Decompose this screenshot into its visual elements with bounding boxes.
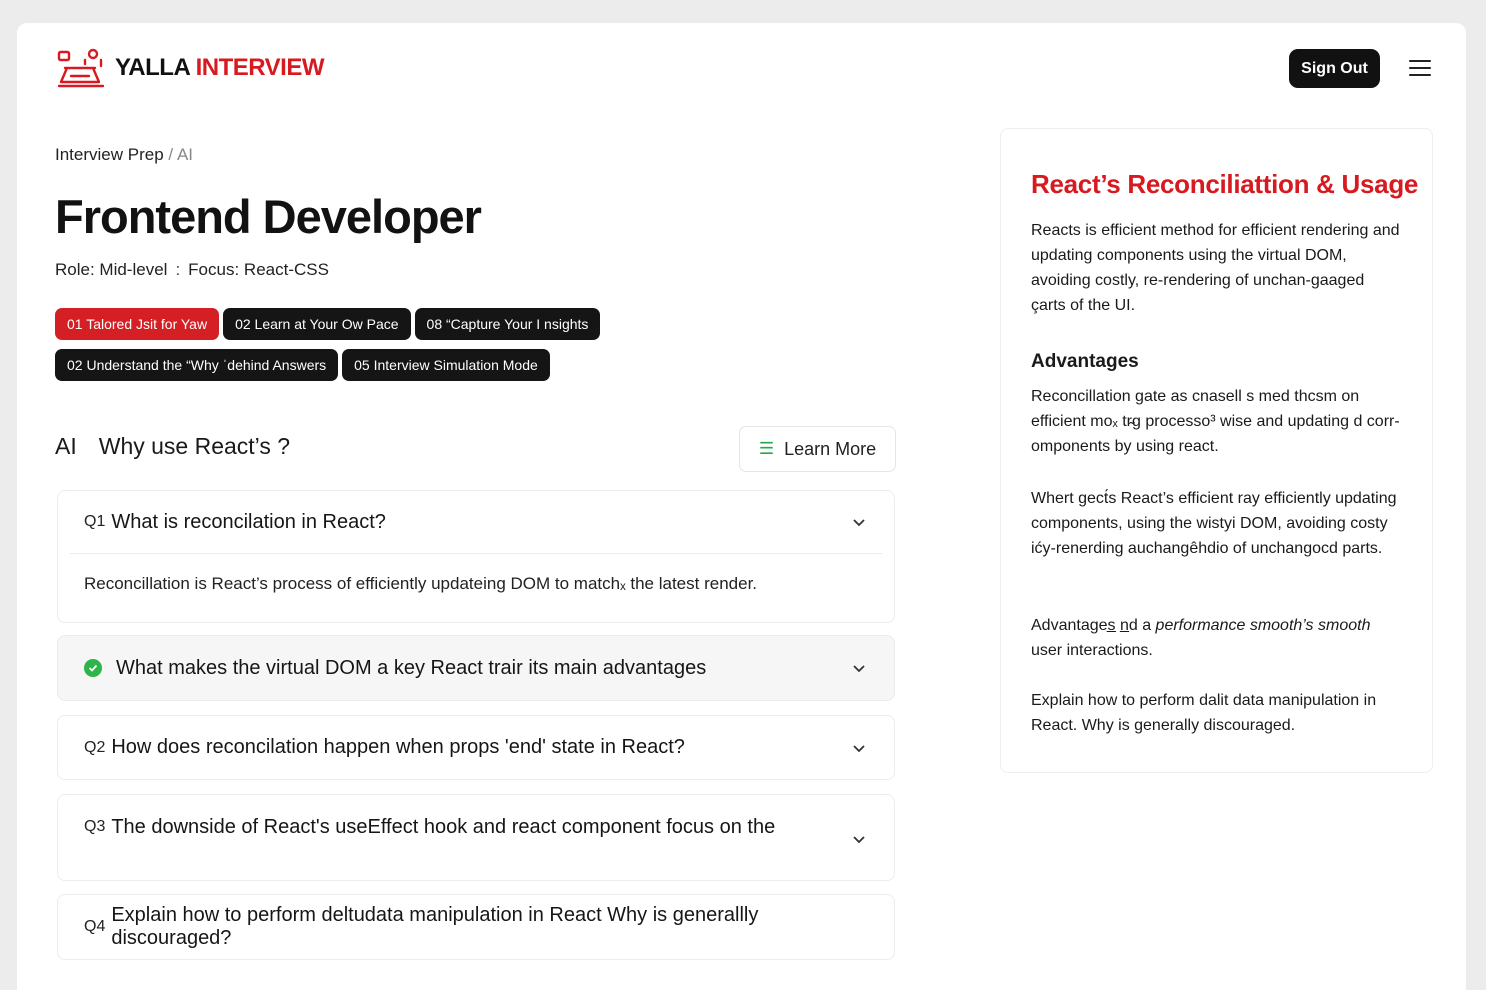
- section-title: Why use React’s ?: [98, 433, 291, 459]
- question-header-q4[interactable]: Q4 Explain how to perform deltudata mani…: [58, 895, 894, 959]
- check-circle-icon: [84, 659, 102, 677]
- breadcrumb-parent-link[interactable]: Interview Prep: [55, 145, 164, 164]
- card-advantages-end: user interactions.: [1031, 642, 1153, 659]
- hamburger-menu-icon[interactable]: [1409, 60, 1431, 78]
- brand-name-part2: INTERVIEW: [195, 54, 325, 81]
- breadcrumb-separator: /: [168, 145, 174, 164]
- brand-logo[interactable]: YALLA INTERVIEW: [55, 46, 324, 90]
- question-answer-q1: Reconcillation is React’s process of eff…: [70, 553, 882, 594]
- question-header-q2[interactable]: Q2 How does reconcilation happen when pr…: [58, 716, 894, 779]
- brand-name: YALLA INTERVIEW: [115, 54, 324, 82]
- card-paragraph-efficient: Whert gect́s React’s efficient ray effic…: [1031, 490, 1397, 557]
- question-number: Q1: [84, 513, 106, 530]
- card-advantages-heading: Advantages: [1031, 351, 1139, 372]
- section-prefix: AI: [55, 433, 77, 459]
- question-header-q1[interactable]: Q1 What is reconcilation in React?: [58, 491, 894, 553]
- pill-simulation-mode[interactable]: 05 Interview Simulation Mode: [342, 349, 550, 381]
- list-icon: ☰: [758, 439, 775, 458]
- card-paragraph-intro: Reacts is efficient method for efficient…: [1031, 222, 1400, 314]
- pill-tailored[interactable]: 01 Talored Jsit for Yaw: [55, 308, 220, 340]
- card-paragraph-advantages: Advantages̲ n̲d a performance smooth’s s…: [1031, 613, 1403, 663]
- chevron-down-icon[interactable]: [852, 515, 866, 529]
- role-meta: Role: Mid-level: Focus: React-CSS: [55, 260, 329, 280]
- chevron-down-icon[interactable]: [852, 661, 866, 675]
- question-header-virtual-dom[interactable]: What makes the virtual DOM a key React t…: [58, 636, 894, 700]
- question-number: Q2: [84, 738, 106, 756]
- card-advantages-emphasis: performance smooth’s smooth: [1155, 617, 1371, 634]
- meta-separator: :: [175, 260, 181, 279]
- info-card: React’s Reconciliattion & Usage Reacts i…: [1000, 128, 1433, 773]
- pill-understand-why[interactable]: 02 Understand the “Why ˈdehind Answers: [55, 349, 339, 381]
- question-text: Explain how to perform deltudata manipul…: [111, 904, 759, 949]
- breadcrumb: Interview Prep / AI: [55, 145, 193, 165]
- chevron-down-icon[interactable]: [852, 832, 866, 846]
- question-text: What makes the virtual DOM a key React t…: [116, 656, 707, 679]
- interview-desk-icon: [57, 48, 105, 88]
- brand-name-part1: YALLA: [115, 54, 190, 81]
- question-item-q4: Q4 Explain how to perform deltudata mani…: [57, 894, 895, 960]
- focus-label: Focus: React-CSS: [188, 260, 329, 279]
- card-paragraph-explain: Explain how to perform dalit data manipu…: [1031, 692, 1377, 734]
- page-title: Frontend Developer: [55, 190, 482, 243]
- question-number: Q3: [84, 818, 106, 835]
- learn-more-label: Learn More: [784, 438, 877, 459]
- question-number: Q4: [84, 918, 106, 935]
- question-item-virtual-dom: What makes the virtual DOM a key React t…: [57, 635, 895, 701]
- question-text: The downside of React's useEffect hook a…: [111, 815, 776, 838]
- question-item-q3: Q3 The downside of React's useEffect hoo…: [57, 794, 895, 881]
- question-header-q3[interactable]: Q3 The downside of React's useEffect hoo…: [58, 795, 894, 859]
- card-paragraph-reconcile: Reconcillation gate as cnasell s med thc…: [1031, 388, 1400, 455]
- sign-out-button[interactable]: Sign Out: [1289, 49, 1380, 88]
- learn-more-button[interactable]: ☰ Learn More: [739, 426, 896, 472]
- question-text: What is reconcilation in React?: [111, 510, 386, 533]
- question-item-q1: Q1 What is reconcilation in React? Recon…: [57, 490, 895, 623]
- breadcrumb-current: AI: [176, 145, 193, 164]
- section-heading: AI Why use React’s ?: [55, 433, 290, 460]
- page-container: YALLA INTERVIEW Sign Out Interview Prep …: [17, 23, 1466, 990]
- card-advantages-lead: Advantages̲ n̲d a: [1031, 617, 1156, 634]
- feature-pills: 01 Talored Jsit for Yaw 02 Learn at Your…: [55, 308, 655, 390]
- pill-capture-insights[interactable]: 08 “Capture Your I nsights: [414, 308, 601, 340]
- question-text: How does reconcilation happen when props…: [111, 736, 685, 758]
- role-label: Role: Mid-level: [55, 260, 168, 279]
- question-item-q2: Q2 How does reconcilation happen when pr…: [57, 715, 895, 780]
- pill-learn-pace[interactable]: 02 Learn at Your Ow Pace: [223, 308, 411, 340]
- card-title: React’s Reconciliattion & Usage: [1031, 169, 1419, 199]
- chevron-down-icon[interactable]: [852, 741, 866, 755]
